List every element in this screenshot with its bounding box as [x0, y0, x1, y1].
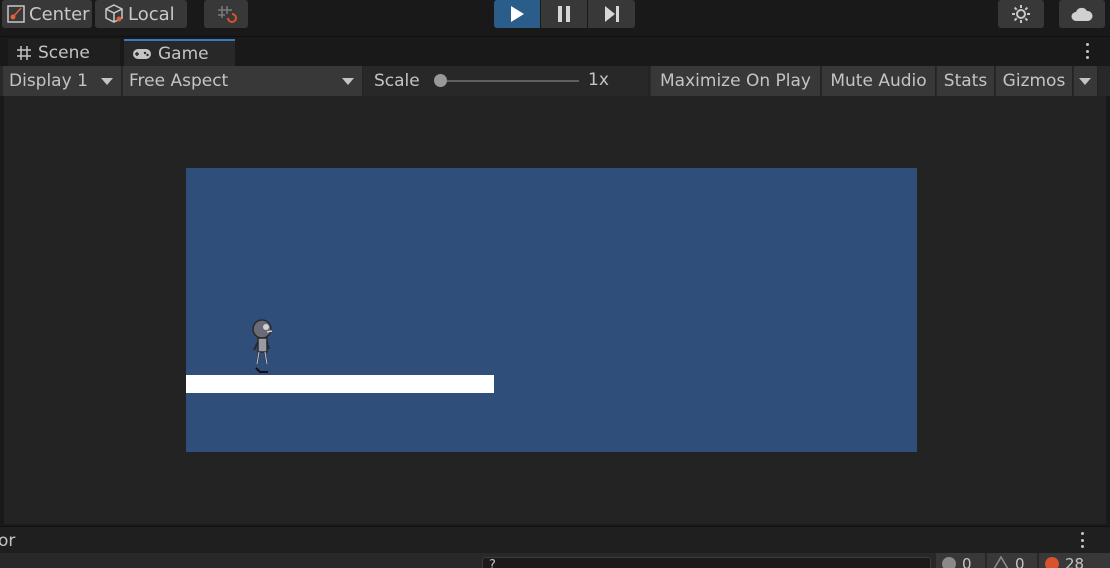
console-toolbar: ? 0 0 28 [0, 553, 1110, 568]
cloud-icon [1071, 6, 1093, 22]
game-canvas[interactable] [186, 168, 917, 452]
local-cube-icon [103, 3, 125, 25]
pivot-label: Center [29, 3, 90, 25]
warning-icon [993, 555, 1009, 568]
scale-slider-handle[interactable] [434, 74, 447, 87]
settings-sun-icon [1011, 4, 1031, 24]
display-dropdown[interactable]: Display 1 [3, 66, 122, 96]
stats-button[interactable]: Stats [937, 66, 995, 96]
grid-hash-icon [16, 45, 32, 61]
tab-menu-icon[interactable] [1084, 43, 1090, 59]
pivot-center-button[interactable]: Center [2, 0, 92, 28]
error-icon [1045, 557, 1059, 568]
tab-game[interactable]: Game [124, 39, 235, 67]
console-search-input[interactable]: ? [482, 557, 931, 568]
view-tab-bar: Scene Game [0, 36, 1110, 67]
aspect-value: Free Aspect [129, 71, 229, 91]
gizmos-dropdown[interactable] [1074, 66, 1098, 96]
gizmos-label: Gizmos [1002, 71, 1066, 91]
maximize-on-play-button[interactable]: Maximize On Play [651, 66, 821, 96]
tab-scene[interactable]: Scene [8, 39, 120, 67]
play-icon [509, 5, 525, 23]
info-icon [942, 557, 956, 568]
play-button[interactable] [494, 0, 540, 28]
error-count-toggle[interactable]: 28 [1039, 553, 1110, 568]
stats-label: Stats [943, 71, 988, 91]
warning-count: 0 [1015, 555, 1025, 568]
error-count: 28 [1065, 555, 1085, 568]
tab-game-label: Game [158, 44, 209, 64]
console-tab-label[interactable]: or [0, 531, 15, 551]
console-menu-icon[interactable] [1079, 532, 1085, 548]
maximize-label: Maximize On Play [660, 71, 811, 91]
main-toolbar: Center Local [0, 0, 1110, 36]
chevron-down-icon [1079, 78, 1091, 85]
step-icon [604, 6, 620, 22]
info-count: 0 [962, 555, 972, 568]
game-view-toolbar: Display 1 Free Aspect Scale 1x Maximize … [0, 66, 1110, 96]
mute-audio-button[interactable]: Mute Audio [822, 66, 936, 96]
chevron-down-icon [101, 78, 113, 85]
pause-icon [557, 6, 571, 22]
pivot-local-button[interactable]: Local [95, 0, 187, 28]
platform [186, 375, 494, 393]
gamepad-icon [132, 47, 152, 61]
console-search-value: ? [489, 558, 496, 568]
player-character [248, 318, 278, 378]
scale-slider[interactable] [436, 80, 579, 82]
grid-snap-button[interactable] [204, 0, 248, 28]
gizmos-button[interactable]: Gizmos [996, 66, 1073, 96]
step-button[interactable] [588, 0, 635, 28]
aspect-dropdown[interactable]: Free Aspect [123, 66, 363, 96]
scale-label: Scale [374, 71, 420, 91]
center-pivot-icon [6, 4, 26, 24]
pause-button[interactable] [541, 0, 587, 28]
space-label: Local [128, 3, 175, 25]
scale-control: Scale 1x [364, 66, 649, 96]
grid-snap-icon [215, 3, 237, 25]
warning-count-toggle[interactable]: 0 [987, 553, 1037, 568]
info-count-toggle[interactable]: 0 [936, 553, 985, 568]
scale-value: 1x [588, 70, 609, 90]
cloud-button[interactable] [1059, 0, 1105, 28]
console-header: or [0, 526, 1110, 553]
chevron-down-icon [342, 78, 354, 85]
game-viewport [4, 96, 1106, 524]
settings-button[interactable] [998, 0, 1044, 28]
display-value: Display 1 [9, 71, 88, 91]
tab-scene-label: Scene [38, 43, 90, 63]
mute-label: Mute Audio [830, 71, 927, 91]
